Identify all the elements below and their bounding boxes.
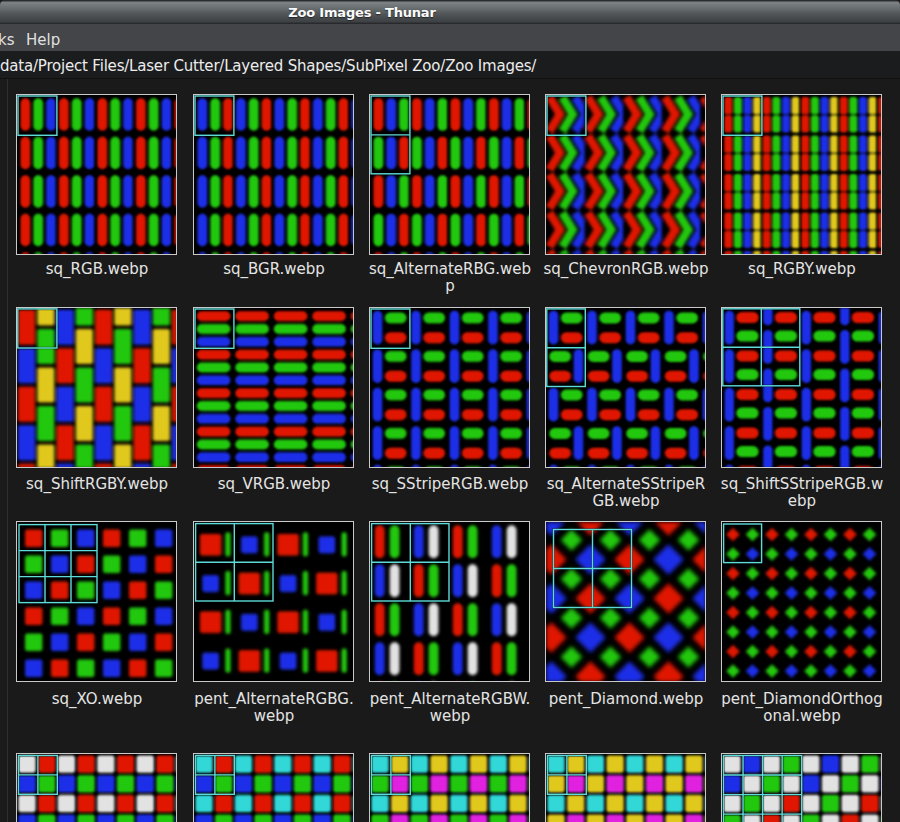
side-pane-strip	[0, 79, 7, 822]
file-name[interactable]: pent_AlternateRGBG.webp	[186, 691, 362, 725]
file-item[interactable]	[721, 753, 882, 822]
file-name[interactable]: sq_ShiftSStripeRGB.webp	[714, 476, 890, 510]
file-item[interactable]: sq_ShiftSStripeRGB.webp	[721, 307, 882, 468]
menubar: ks Help	[0, 24, 900, 51]
file-item[interactable]: pent_AlternateRGBW.webp	[369, 521, 530, 682]
file-name[interactable]: sq_ShiftRGBY.webp	[9, 476, 185, 493]
file-item[interactable]	[16, 753, 177, 822]
file-name[interactable]: pent_DiamondOrthogonal.webp	[714, 691, 890, 725]
file-item[interactable]: sq_BGR.webp	[193, 94, 354, 255]
file-thumbnail[interactable]	[193, 521, 354, 682]
file-thumbnail[interactable]	[369, 307, 530, 468]
thunar-window: Zoo Images - Thunar ks Help data/Project…	[0, 0, 900, 822]
location-path: data/Project Files/Laser Cutter/Layered …	[0, 57, 536, 75]
file-item[interactable]	[369, 753, 530, 822]
file-thumbnail[interactable]	[545, 753, 706, 822]
file-name[interactable]: sq_AlternateRBG.webp	[362, 261, 538, 295]
file-item[interactable]: pent_DiamondOrthogonal.webp	[721, 521, 882, 682]
file-thumbnail[interactable]	[16, 94, 177, 255]
file-item[interactable]: sq_RGB.webp	[16, 94, 177, 255]
icon-view[interactable]: sq_RGB.webp sq_BGR.webp sq_AlternateRBG.…	[0, 79, 900, 822]
file-name[interactable]: sq_RGB.webp	[9, 261, 185, 278]
file-thumbnail[interactable]	[16, 753, 177, 822]
file-thumbnail[interactable]	[193, 94, 354, 255]
file-name[interactable]: sq_BGR.webp	[186, 261, 362, 278]
file-item[interactable]: sq_VRGB.webp	[193, 307, 354, 468]
file-item[interactable]: sq_ShiftRGBY.webp	[16, 307, 177, 468]
file-thumbnail[interactable]	[369, 521, 530, 682]
file-name[interactable]: sq_AlternateSStripeRGB.webp	[538, 476, 714, 510]
file-thumbnail[interactable]	[193, 307, 354, 468]
side-pane-separator	[7, 79, 8, 822]
file-thumbnail[interactable]	[545, 521, 706, 682]
menu-item-help[interactable]: Help	[26, 31, 60, 49]
file-name[interactable]: sq_XO.webp	[9, 691, 185, 708]
file-name[interactable]: sq_VRGB.webp	[186, 476, 362, 493]
file-item[interactable]: pent_Diamond.webp	[545, 521, 706, 682]
window-titlebar[interactable]: Zoo Images - Thunar	[0, 0, 900, 24]
file-thumbnail[interactable]	[545, 94, 706, 255]
file-thumbnail[interactable]	[369, 753, 530, 822]
file-thumbnail[interactable]	[721, 94, 882, 255]
file-thumbnail[interactable]	[369, 94, 530, 255]
file-item[interactable]	[545, 753, 706, 822]
file-thumbnail[interactable]	[721, 753, 882, 822]
file-item[interactable]: sq_XO.webp	[16, 521, 177, 682]
menu-item-bookmarks-fragment[interactable]: ks	[0, 31, 15, 49]
file-name[interactable]: sq_SStripeRGB.webp	[362, 476, 538, 493]
file-thumbnail[interactable]	[16, 521, 177, 682]
file-item[interactable]: sq_AlternateRBG.webp	[369, 94, 530, 255]
file-name[interactable]: sq_ChevronRGB.webp	[538, 261, 714, 278]
file-thumbnail[interactable]	[721, 521, 882, 682]
file-thumbnail[interactable]	[16, 307, 177, 468]
file-thumbnail[interactable]	[721, 307, 882, 468]
file-item[interactable]: sq_AlternateSStripeRGB.webp	[545, 307, 706, 468]
file-item[interactable]	[193, 753, 354, 822]
file-item[interactable]: sq_RGBY.webp	[721, 94, 882, 255]
location-bar[interactable]: data/Project Files/Laser Cutter/Layered …	[0, 51, 900, 79]
file-thumbnail[interactable]	[193, 753, 354, 822]
file-item[interactable]: sq_ChevronRGB.webp	[545, 94, 706, 255]
file-item[interactable]: pent_AlternateRGBG.webp	[193, 521, 354, 682]
window-title: Zoo Images - Thunar	[0, 5, 724, 20]
file-item[interactable]: sq_SStripeRGB.webp	[369, 307, 530, 468]
file-thumbnail[interactable]	[545, 307, 706, 468]
file-name[interactable]: sq_RGBY.webp	[714, 261, 890, 278]
file-name[interactable]: pent_AlternateRGBW.webp	[362, 691, 538, 725]
file-name[interactable]: pent_Diamond.webp	[538, 691, 714, 708]
